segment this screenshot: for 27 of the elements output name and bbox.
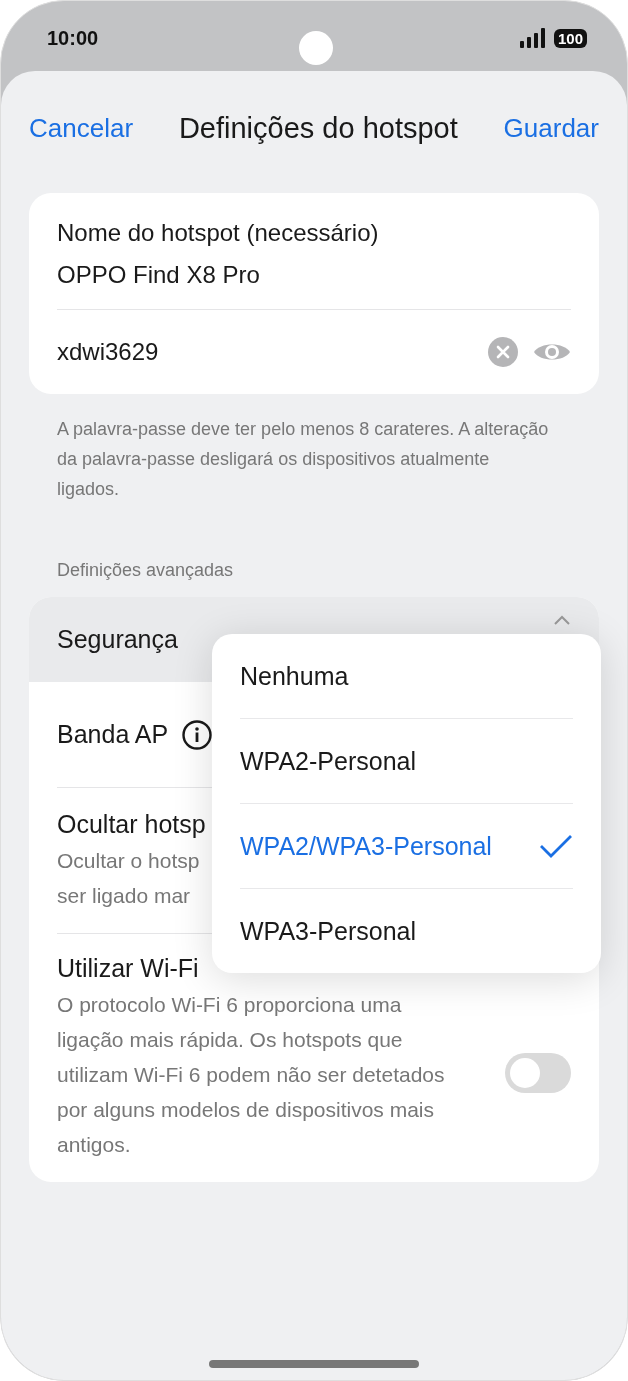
status-time: 10:00	[47, 27, 99, 50]
battery-level: 100	[553, 28, 587, 48]
setting-title: Utilizar Wi-Fi	[57, 954, 199, 983]
setting-description: Ocultar o hotsp	[57, 848, 200, 874]
toggle-switch[interactable]	[505, 1052, 571, 1093]
setting-title: Ocultar hotsp	[57, 810, 206, 839]
save-button[interactable]: Guardar	[503, 112, 599, 144]
field-label: Nome do hotspot (necessário)	[57, 219, 380, 247]
page-title: Definições do hotspot	[178, 111, 458, 145]
setting-title: Segurança	[57, 625, 178, 654]
password-hint: A palavra-passe deve ter pelo menos 8 carateres. A alteração da palavra-passe desligará os dispositivos atualmente ligados.	[57, 418, 549, 501]
menu-option[interactable]: WPA2-Personal	[240, 718, 573, 803]
check-icon	[539, 834, 573, 858]
signal-icon	[519, 28, 546, 48]
setting-description: O protocolo Wi-Fi 6 proporciona uma ligação mais rápida. Os hotspots que utilizam Wi-Fi 6 podem não ser detetados por alguns modelos de dispositivos mais antigos.	[57, 992, 446, 1158]
menu-option[interactable]: Nenhuma	[240, 634, 573, 718]
hotspot-name-field[interactable]: OPPO Find X8 Pro	[57, 261, 571, 289]
info-icon[interactable]	[182, 719, 213, 750]
cancel-button[interactable]: Cancelar	[29, 112, 134, 144]
section-heading: Definições avançadas	[57, 560, 235, 581]
clear-icon[interactable]	[487, 336, 519, 368]
password-field[interactable]: xdwi3629	[57, 338, 473, 366]
menu-option[interactable]: WPA3-Personal	[240, 888, 573, 973]
setting-description: ser ligado mar	[57, 883, 191, 909]
camera-hole	[299, 31, 333, 65]
setting-title: Banda AP	[57, 720, 169, 749]
menu-option[interactable]: WPA2/WPA3-Personal	[240, 803, 573, 888]
